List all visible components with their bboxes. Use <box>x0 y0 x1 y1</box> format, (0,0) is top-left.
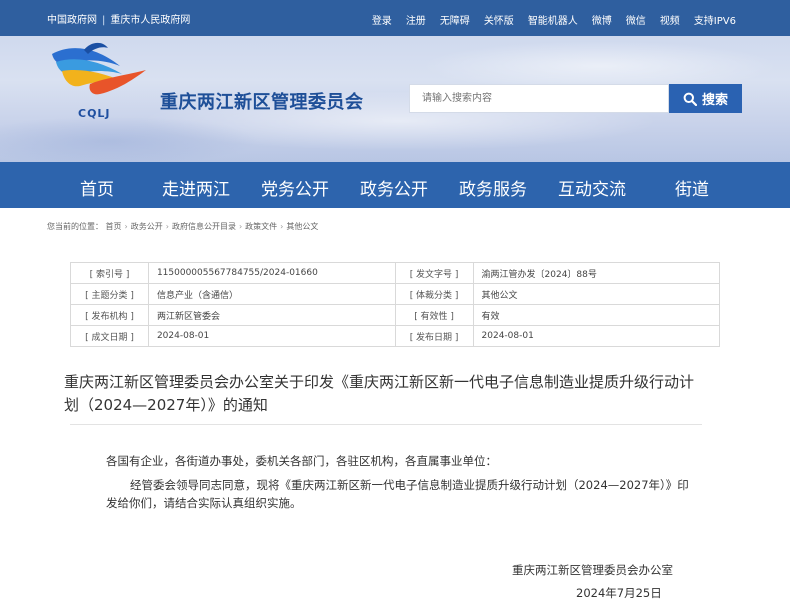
info-value: 2024-08-01 <box>472 325 721 347</box>
link-china-gov[interactable]: 中国政府网 <box>47 15 97 26</box>
table-row: [ 成文日期 ] 2024-08-01 [ 发布日期 ] 2024-08-01 <box>70 325 721 347</box>
breadcrumb: 您当前的位置： 首页 › 政务公开 › 政府信息公开目录 › 政策文件 › 其他公文 <box>47 221 318 232</box>
care-mode-link[interactable]: 关怀版 <box>484 12 514 27</box>
document-info-table: [ 索引号 ] 115000005567784755/2024-01660 [ … <box>70 262 721 347</box>
link-separator: | <box>102 15 106 26</box>
info-key: [ 体裁分类 ] <box>394 283 474 305</box>
breadcrumb-label: 您当前的位置： <box>47 222 103 231</box>
search-box <box>409 84 669 113</box>
info-key: [ 索引号 ] <box>70 262 149 284</box>
info-value: 115000005567784755/2024-01660 <box>147 262 396 284</box>
nav-government-services[interactable]: 政务服务 <box>459 175 527 200</box>
info-key: [ 发布机构 ] <box>70 304 149 326</box>
site-title: 重庆两江新区管理委员会 <box>160 92 364 113</box>
gov-links: 中国政府网 | 重庆市人民政府网 <box>47 11 190 26</box>
login-link[interactable]: 登录 <box>372 12 392 27</box>
nav-government-affairs[interactable]: 政务公开 <box>360 175 428 200</box>
search-button-label: 搜索 <box>701 93 728 108</box>
logo-wing-icon <box>52 42 146 95</box>
robot-link[interactable]: 智能机器人 <box>528 12 578 27</box>
document-paragraph: 经管委会领导同志同意，现将《重庆两江新区新一代电子信息制造业提质升级行动计划（2… <box>106 478 689 510</box>
nav-interaction[interactable]: 互动交流 <box>558 175 626 200</box>
video-link[interactable]: 视频 <box>660 12 680 27</box>
info-key: [ 有效性 ] <box>394 304 474 326</box>
main-navigation: 首页 走进两江 党务公开 政务公开 政务服务 互动交流 街道 <box>0 162 790 208</box>
info-value: 其他公文 <box>472 283 721 305</box>
info-key: [ 发文字号 ] <box>394 262 474 284</box>
nav-about-liangjiang[interactable]: 走进两江 <box>162 175 230 200</box>
utility-links: 登录 注册 无障碍 关怀版 智能机器人 微博 微信 视频 支持IPV6 <box>372 12 736 27</box>
table-row: [ 主题分类 ] 信息产业（含通信） [ 体裁分类 ] 其他公文 <box>70 283 721 305</box>
search-input[interactable] <box>410 85 668 112</box>
signature-organization: 重庆两江新区管理委员会办公室 <box>512 563 673 577</box>
breadcrumb-arrow: › <box>238 222 243 231</box>
accessibility-link[interactable]: 无障碍 <box>440 12 470 27</box>
info-key: [ 发布日期 ] <box>394 325 474 347</box>
breadcrumb-item[interactable]: 其他公文 <box>286 222 318 231</box>
title-divider <box>70 424 702 425</box>
breadcrumb-item[interactable]: 政府信息公开目录 <box>172 222 236 231</box>
document-salutation: 各国有企业，各街道办事处，委机关各部门，各驻区机构，各直属事业单位： <box>106 454 497 468</box>
table-row: [ 发布机构 ] 两江新区管委会 [ 有效性 ] 有效 <box>70 304 721 326</box>
register-link[interactable]: 注册 <box>406 12 426 27</box>
breadcrumb-item[interactable]: 政务公开 <box>131 222 163 231</box>
link-chongqing-gov[interactable]: 重庆市人民政府网 <box>110 15 190 26</box>
wechat-link[interactable]: 微信 <box>626 12 646 27</box>
signature-date: 2024年7月25日 <box>576 586 662 600</box>
breadcrumb-arrow: › <box>124 222 128 231</box>
top-utility-bar: 中国政府网 | 重庆市人民政府网 登录 注册 无障碍 关怀版 智能机器人 微博 微信… <box>0 0 790 36</box>
logo-text: CQLJ <box>78 107 111 120</box>
site-logo[interactable]: CQLJ <box>50 40 150 120</box>
search-icon <box>683 92 697 106</box>
weibo-link[interactable]: 微博 <box>592 12 612 27</box>
info-value: 两江新区管委会 <box>147 304 396 326</box>
breadcrumb-arrow: › <box>280 222 284 231</box>
info-value: 信息产业（含通信） <box>147 283 396 305</box>
info-key: [ 成文日期 ] <box>70 325 149 347</box>
table-row: [ 索引号 ] 115000005567784755/2024-01660 [ … <box>70 262 721 284</box>
info-key: [ 主题分类 ] <box>70 283 149 305</box>
document-title: 重庆两江新区管理委员会办公室关于印发《重庆两江新区新一代电子信息制造业提质升级行… <box>64 373 695 414</box>
breadcrumb-arrow: › <box>165 222 169 231</box>
info-value: 渝两江管办发〔2024〕88号 <box>472 262 721 284</box>
breadcrumb-item[interactable]: 首页 <box>106 222 122 231</box>
nav-home[interactable]: 首页 <box>80 175 114 200</box>
ipv6-link[interactable]: 支持IPV6 <box>694 12 736 27</box>
info-value: 有效 <box>472 304 721 326</box>
nav-party-affairs[interactable]: 党务公开 <box>261 175 329 200</box>
nav-streets[interactable]: 街道 <box>675 175 709 200</box>
search-button[interactable]: 搜索 <box>669 84 742 113</box>
breadcrumb-item[interactable]: 政策文件 <box>245 222 277 231</box>
info-value: 2024-08-01 <box>147 325 396 347</box>
